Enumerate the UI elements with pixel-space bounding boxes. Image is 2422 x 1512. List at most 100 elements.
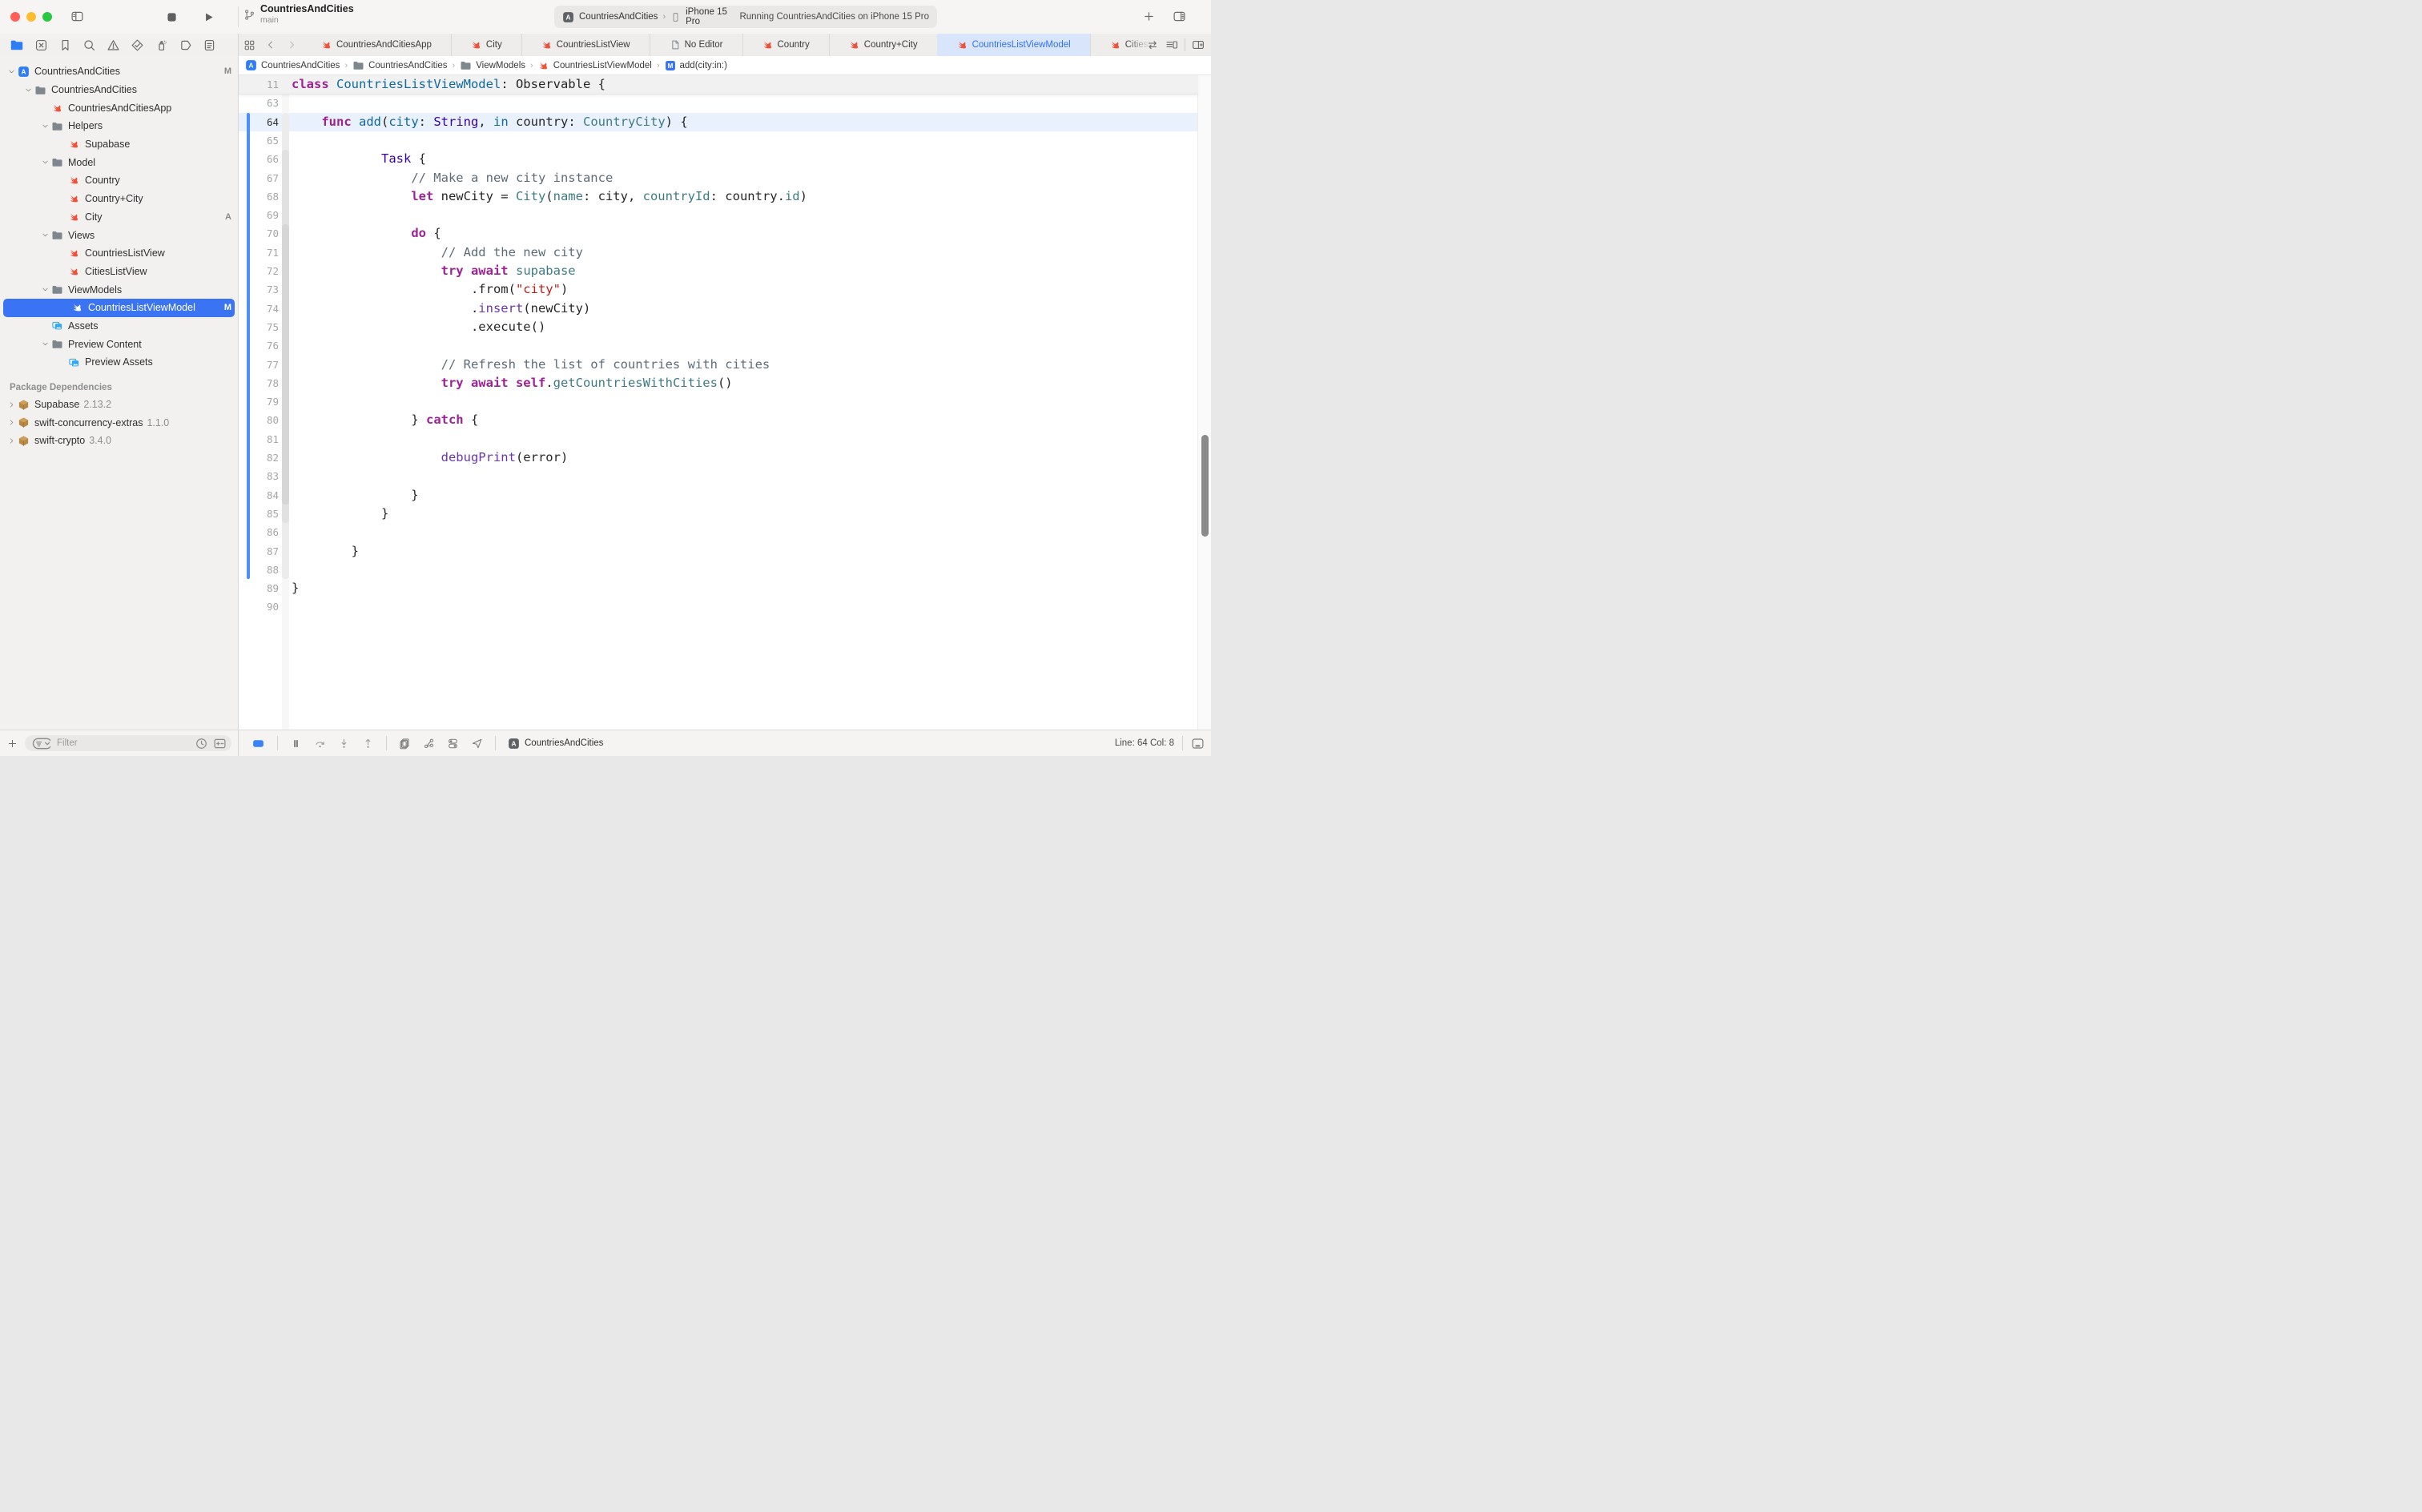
running-process[interactable]: A CountriesAndCities: [508, 738, 603, 750]
disclosure-chevron-icon[interactable]: [6, 436, 17, 445]
code-line[interactable]: 83: [239, 467, 1198, 485]
sidebar-item-countrieslistviewmodel[interactable]: CountriesListViewModelM: [3, 299, 235, 317]
step-over-icon[interactable]: [314, 738, 326, 750]
disclosure-chevron-icon[interactable]: [6, 400, 17, 409]
environment-overrides-icon[interactable]: [447, 738, 459, 750]
debug-gauge-icon[interactable]: [155, 38, 168, 52]
sidebar-item-views[interactable]: Views: [0, 226, 238, 244]
code-line[interactable]: 76: [239, 336, 1198, 355]
code-line[interactable]: 67 // Make a new city instance: [239, 169, 1198, 187]
sidebar-item-helpers[interactable]: Helpers: [0, 117, 238, 135]
simulate-location-icon[interactable]: [471, 738, 483, 750]
sidebar-item-preview-content[interactable]: Preview Content: [0, 335, 238, 353]
code-line[interactable]: 69: [239, 206, 1198, 224]
package-item-supabase[interactable]: Supabase2.13.2: [0, 396, 238, 414]
sidebar-item-assets[interactable]: Assets: [0, 317, 238, 336]
project-navigator-icon[interactable]: [10, 38, 24, 52]
memory-graph-icon[interactable]: [423, 738, 435, 750]
scrollbar-thumb[interactable]: [1201, 435, 1209, 537]
breakpoints-icon[interactable]: [179, 38, 192, 52]
add-editor-icon[interactable]: [1192, 38, 1205, 51]
code-line[interactable]: 88: [239, 561, 1198, 579]
stop-button[interactable]: [165, 10, 179, 24]
code-line[interactable]: 77 // Refresh the list of countries with…: [239, 356, 1198, 374]
tab-countrieslistview[interactable]: CountriesListView: [521, 34, 650, 56]
sidebar-item-supabase[interactable]: Supabase: [0, 135, 238, 154]
close-window-button[interactable]: [10, 12, 20, 22]
code-line[interactable]: 72 try await supabase: [239, 262, 1198, 280]
code-line[interactable]: 81: [239, 430, 1198, 448]
related-items-icon[interactable]: [239, 34, 260, 56]
vertical-scrollbar[interactable]: [1197, 75, 1211, 730]
issues-icon[interactable]: [107, 38, 120, 52]
sidebar-item-country[interactable]: Country: [0, 171, 238, 190]
code-line[interactable]: 65: [239, 131, 1198, 150]
minimize-window-button[interactable]: [26, 12, 36, 22]
code-line[interactable]: 90: [239, 597, 1198, 616]
tab-country-city[interactable]: Country+City: [829, 34, 937, 56]
sidebar-item-model[interactable]: Model: [0, 153, 238, 171]
code-line[interactable]: 85 }: [239, 505, 1198, 523]
disclosure-chevron-icon[interactable]: [40, 231, 50, 239]
source-editor[interactable]: 11class CountriesListViewModel: Observab…: [239, 75, 1211, 730]
disclosure-chevron-icon[interactable]: [6, 418, 17, 427]
tests-icon[interactable]: [131, 38, 144, 52]
code-line[interactable]: 64 func add(city: String, in country: Co…: [239, 113, 1198, 131]
package-item-swift-concurrency-extras[interactable]: swift-concurrency-extras1.1.0: [0, 413, 238, 432]
tab-no-editor[interactable]: No Editor: [650, 34, 742, 56]
sidebar-item-countriesandcities[interactable]: ACountriesAndCitiesM: [0, 62, 238, 81]
code-line[interactable]: 80 } catch {: [239, 411, 1198, 429]
code-line[interactable]: 78 try await self.getCountriesWithCities…: [239, 374, 1198, 392]
go-forward-icon[interactable]: [281, 34, 302, 56]
recent-files-icon[interactable]: [195, 737, 208, 750]
activity-view[interactable]: A CountriesAndCities › iPhone 15 Pro Run…: [554, 6, 937, 28]
code-line[interactable]: 68 let newCity = City(name: city, countr…: [239, 187, 1198, 206]
breadcrumb-item[interactable]: ACountriesAndCities: [245, 59, 340, 71]
code-line[interactable]: 89}: [239, 579, 1198, 597]
code-review-icon[interactable]: [1146, 38, 1159, 51]
tab-country[interactable]: Country: [742, 34, 829, 56]
code-line[interactable]: 87 }: [239, 542, 1198, 561]
step-into-icon[interactable]: [338, 738, 350, 750]
breadcrumb-item[interactable]: ViewModels: [460, 59, 525, 71]
run-destination[interactable]: iPhone 15 Pro: [686, 7, 734, 26]
code-line[interactable]: 79: [239, 392, 1198, 411]
step-out-icon[interactable]: [362, 738, 374, 750]
code-line[interactable]: 70 do {: [239, 224, 1198, 243]
code-line[interactable]: 73 .from("city"): [239, 280, 1198, 299]
scheme-name[interactable]: CountriesAndCities: [579, 12, 658, 22]
add-file-icon[interactable]: [6, 738, 18, 750]
breadcrumb-item[interactable]: Madd(city:in:): [665, 60, 727, 71]
sidebar-item-countriesandcitiesapp[interactable]: CountriesAndCitiesApp: [0, 99, 238, 117]
disclosure-chevron-icon[interactable]: [40, 158, 50, 167]
view-hierarchy-icon[interactable]: [399, 738, 411, 750]
breadcrumb-item[interactable]: CountriesListViewModel: [538, 60, 652, 71]
sidebar-item-countrieslistview[interactable]: CountriesListView: [0, 244, 238, 263]
reports-icon[interactable]: [203, 38, 216, 52]
disclosure-chevron-icon[interactable]: [40, 285, 50, 294]
disclosure-chevron-icon[interactable]: [40, 122, 50, 131]
filter-options-icon[interactable]: [30, 736, 50, 751]
code-line[interactable]: 66 Task {: [239, 150, 1198, 168]
code-line[interactable]: 86: [239, 523, 1198, 541]
sidebar-item-preview-assets[interactable]: Preview Assets: [0, 353, 238, 372]
toggle-inspector-icon[interactable]: [1173, 10, 1186, 23]
find-icon[interactable]: [82, 38, 96, 52]
code-line[interactable]: 74 .insert(newCity): [239, 300, 1198, 318]
filter-input[interactable]: [55, 738, 190, 749]
bookmark-icon[interactable]: [58, 38, 72, 52]
toggle-navigator-icon[interactable]: [70, 10, 84, 23]
add-tab-icon[interactable]: [1142, 10, 1156, 23]
sidebar-item-country-city[interactable]: Country+City: [0, 190, 238, 208]
sidebar-item-countriesandcities[interactable]: CountriesAndCities: [0, 81, 238, 99]
disclosure-chevron-icon[interactable]: [23, 86, 34, 94]
sidebar-item-citieslistview[interactable]: CitiesListView: [0, 263, 238, 281]
tab-countrieslistviewmodel[interactable]: CountriesListViewModel: [937, 34, 1090, 56]
sccm-status-icon[interactable]: [213, 737, 227, 750]
disclosure-chevron-icon[interactable]: [6, 67, 17, 76]
code-line[interactable]: 75 .execute(): [239, 318, 1198, 336]
sidebar-item-viewmodels[interactable]: ViewModels: [0, 280, 238, 299]
code-line[interactable]: 82 debugPrint(error): [239, 448, 1198, 467]
zoom-window-button[interactable]: [42, 12, 52, 22]
hide-debug-area-icon[interactable]: [251, 737, 265, 750]
